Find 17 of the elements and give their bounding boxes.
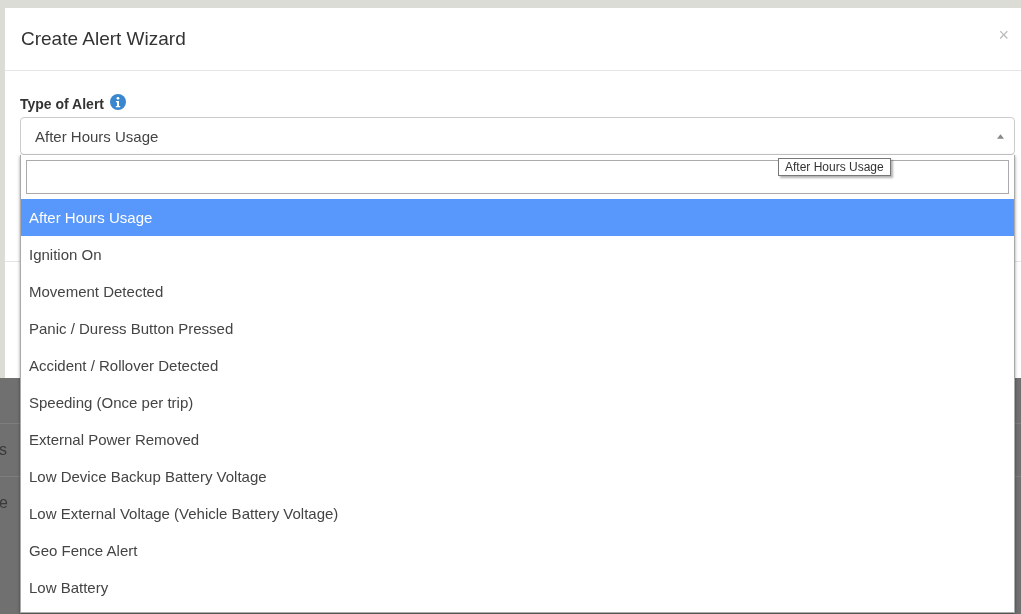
dropdown-option[interactable]: Low Battery [21,569,1014,606]
dropdown-option[interactable]: Accident / Rollover Detected [21,347,1014,384]
search-field[interactable] [26,160,1009,194]
dropdown-option[interactable]: Low Device Backup Battery Voltage [21,458,1014,495]
tooltip: After Hours Usage [778,158,891,176]
info-icon[interactable] [110,94,126,110]
dropdown-option[interactable]: Speeding (Once per trip) [21,384,1014,421]
alert-type-select[interactable]: After Hours Usage [20,117,1015,155]
dropdown-option[interactable]: Panic / Duress Button Pressed [21,310,1014,347]
dropdown-option[interactable]: Low External Voltage (Vehicle Battery Voltage) [21,495,1014,532]
dropdown-option[interactable]: Movement Detected [21,273,1014,310]
dropdown-option[interactable]: Geo Fence Alert [21,532,1014,569]
field-label: Type of Alert [20,96,104,112]
dropdown-option[interactable]: Ignition On [21,236,1014,273]
caret-icon [997,133,1004,139]
dropdown-option[interactable]: External Power Removed [21,421,1014,458]
modal-title: Create Alert Wizard [21,28,186,50]
